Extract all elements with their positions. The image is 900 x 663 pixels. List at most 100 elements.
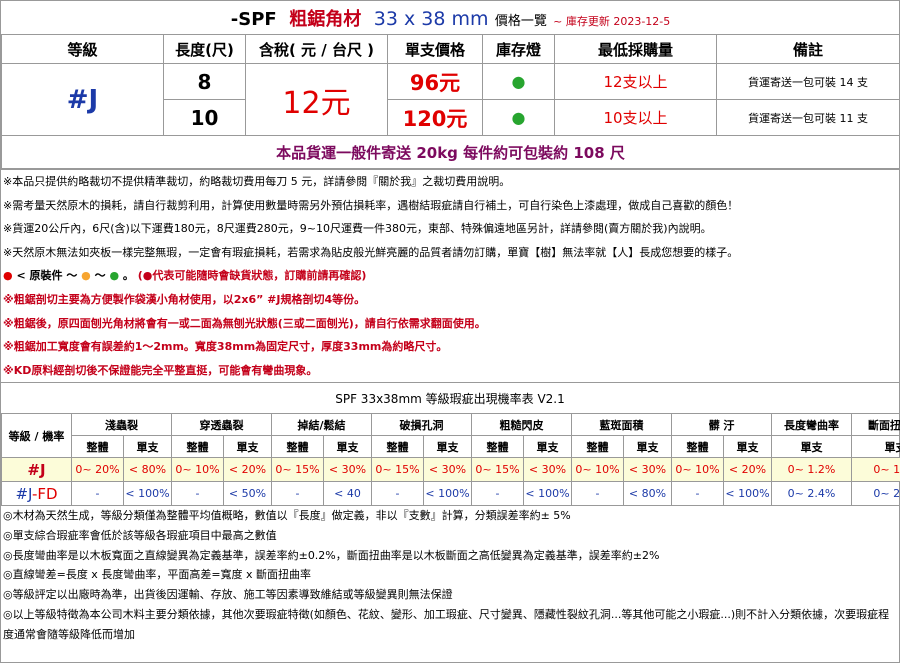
subheader-single: 單支 (771, 435, 852, 459)
footnote: ◎單支綜合瑕疵率會低於該等級各瑕疵項目中最高之數值 (3, 529, 277, 543)
piece-price-value: 96元 (387, 63, 483, 100)
defect-value: < 20% (723, 457, 772, 483)
header-stock: 庫存燈 (482, 34, 555, 64)
defect-value: < 100% (723, 481, 772, 507)
legend-warning: (●代表可能隨時會缺貨狀態，訂購前請再確認) (137, 269, 367, 283)
defect-value: 0~ 12% (851, 457, 900, 483)
subheader-whole: 整體 (571, 435, 624, 459)
defect-group: 長度彎曲率 (771, 413, 852, 437)
footnote: ◎以上等級特徵為本公司木料主要分類依據，其他次要瑕疵特徵(如顏色、花紋、變形、加… (3, 607, 890, 641)
defect-group: 穿透蟲裂 (171, 413, 272, 437)
defect-value: < 30% (423, 457, 472, 483)
min-order-value: 12支以上 (554, 63, 717, 100)
price-header-row: 等級 長度(尺) 含稅( 元 / 台尺 ) 單支價格 庫存燈 最低採購量 備註 (1, 34, 900, 64)
red-dot-icon: ● (3, 269, 13, 283)
subheader-single: 單支 (723, 435, 772, 459)
defect-value: 0~ 10% (171, 457, 224, 483)
header-remark: 備註 (715, 34, 900, 64)
header-length: 長度(尺) (163, 34, 246, 64)
defect-value: - (471, 481, 524, 507)
defect-group: 髒 汙 (671, 413, 772, 437)
note-line: ※天然原木無法如夾板一樣完整無瑕，一定會有瑕疵損耗，若需求為貼皮般光鮮亮麗的品質… (3, 245, 739, 259)
grade-suffix: -FD (31, 484, 58, 503)
subheader-whole: 整體 (171, 435, 224, 459)
stock-legend: ● < 原裝件 ～ ● ～ ● 。 (●代表可能隨時會缺貨狀態，訂購前請再確認) (1, 264, 899, 288)
defect-group: 掉結/鬆結 (271, 413, 372, 437)
piece-price-value: 120元 (387, 99, 483, 136)
note-line: ※需考量天然原木的損耗，請自行裁剪利用，計算使用數量時需另外預估損耗率，遇樹結瑕… (3, 198, 739, 212)
title-size: 33 x 38 mm (373, 7, 489, 30)
subheader-whole: 整體 (671, 435, 724, 459)
row-header: 等級 / 機率 (1, 413, 72, 459)
defect-value: < 20% (223, 457, 272, 483)
remark-value: 貨運寄送一包可裝 14 支 (715, 63, 900, 100)
subheader-single: 單支 (623, 435, 672, 459)
header-piece-price: 單支價格 (387, 34, 483, 64)
defect-value: - (671, 481, 724, 507)
subheader-single: 單支 (523, 435, 572, 459)
defect-grade: #J-FD (1, 481, 72, 507)
defect-value: 0~ 1.2% (771, 457, 852, 483)
price-table: -SPF 粗鋸角材 33 x 38 mm 價格一覽 ~ 庫存更新 2023-12… (0, 1, 900, 169)
defect-value: < 80% (123, 457, 172, 483)
defect-value: 0~ 2.4% (771, 481, 852, 507)
defect-value: 0~ 20% (71, 457, 124, 483)
page-title: -SPF 粗鋸角材 33 x 38 mm 價格一覽 ~ 庫存更新 2023-12… (2, 1, 900, 35)
defect-table-title: SPF 33x38mm 等級瑕疵出現機率表 V2.1 (335, 392, 565, 407)
defect-value: 0~ 15% (271, 457, 324, 483)
subheader-whole: 整體 (371, 435, 424, 459)
price-sheet: -SPF 粗鋸角材 33 x 38 mm 價格一覽 ~ 庫存更新 2023-12… (0, 0, 900, 663)
subheader-single: 單支 (223, 435, 272, 459)
length-value: 10 (163, 99, 246, 136)
subheader-whole: 整體 (471, 435, 524, 459)
defect-value: - (271, 481, 324, 507)
defect-value: - (571, 481, 624, 507)
defect-value: < 80% (623, 481, 672, 507)
defect-value: < 100% (123, 481, 172, 507)
subheader-whole: 整體 (71, 435, 124, 459)
defect-value: < 30% (623, 457, 672, 483)
defect-group: 破損孔洞 (371, 413, 472, 437)
note-line: ※KD原料經剖切後不保證能完全平整直挺，可能會有彎曲現象。 (3, 363, 318, 377)
defect-value: 0~ 10% (671, 457, 724, 483)
defect-row: #J 0~ 20% < 80% 0~ 10% < 20% 0~ 15% < 30% 0~ 1… (1, 457, 900, 483)
defect-row: #J-FD - < 100% - < 50% - < 40- < 100% - < 100% - <… (1, 481, 900, 507)
defect-value: < 40 (323, 481, 372, 507)
defect-grade: #J (1, 457, 72, 483)
defect-value: < 50% (223, 481, 272, 507)
footnote: ◎木材為天然生成，等級分類僅為整體平均值概略，數值以『長度』做定義，非以『支數』… (3, 509, 571, 523)
header-min-order: 最低採購量 (554, 34, 717, 64)
min-order-value: 10支以上 (554, 99, 717, 136)
remark-value: 貨運寄送一包可裝 11 支 (715, 99, 900, 136)
defect-table: 等級 / 機率 淺蟲裂 穿透蟲裂 掉結/鬆結 破損孔洞 粗糙閃皮 藍斑面積 髒 … (1, 413, 900, 507)
note-line: ※本品只提供約略裁切不提供精準裁切，約略裁切費用每刀 5 元，詳請參閱『關於我』… (3, 175, 511, 188)
header-grade: 等級 (1, 34, 164, 64)
defect-value: - (371, 481, 424, 507)
legend-text: < 原裝件 ～ ● ～ ● 。 (16, 269, 134, 283)
defect-value: 0~ 10% (571, 457, 624, 483)
shipping-line: 本品貨運一般件寄送 20kg 每件約可包裝約 108 尺 (0, 135, 900, 169)
subheader-whole: 整體 (271, 435, 324, 459)
subheader-single: 單支 (423, 435, 472, 459)
defect-value: 0~ 15% (371, 457, 424, 483)
defect-value: 0~ 15% (471, 457, 524, 483)
grade-base: #J (15, 484, 32, 503)
footnote: ◎長度彎曲率是以木板寬面之直線變異為定義基準，誤差率約±0.2%，斷面扭曲率是以… (3, 548, 660, 562)
defect-group: 藍斑面積 (571, 413, 672, 437)
price-row: #J 8 12元 96元 ● 12支以上 貨運寄送一包可裝 14 支 (1, 63, 900, 136)
subheader-single: 單支 (123, 435, 172, 459)
defect-value: - (171, 481, 224, 507)
title-prefix: -SPF (230, 8, 277, 30)
header-unit-price: 含稅( 元 / 台尺 ) (245, 34, 388, 64)
note-line: ※粗鋸加工寬度會有誤差約1～2mm。寬度38mm為固定尺寸，厚度33mm為約略尺… (3, 340, 448, 354)
green-dot-icon: ● (109, 269, 120, 283)
defect-subheader-row: 整體單支整體單支整體單支整體單支整體單支整體單支整體單支單支單支 (2, 435, 900, 459)
subheader-single: 單支 (851, 435, 900, 459)
footnotes: ◎木材為天然生成，等級分類僅為整體平均值概略，數值以『長度』做定義，非以『支數』… (1, 506, 899, 644)
footnote: ◎等級評定以出廠時為準，出貨後因運輸、存放、施工等因素導致維結或等級變異則無法保… (3, 588, 453, 602)
defect-group: 斷面扭曲率 (851, 413, 900, 437)
defect-value: < 100% (423, 481, 472, 507)
notes-block: ※本品只提供約略裁切不提供精準裁切，約略裁切費用每刀 5 元，詳請參閱『關於我』… (1, 169, 899, 384)
title-name: 粗鋸角材 (289, 8, 362, 30)
stock-light-icon: ● (482, 63, 555, 100)
